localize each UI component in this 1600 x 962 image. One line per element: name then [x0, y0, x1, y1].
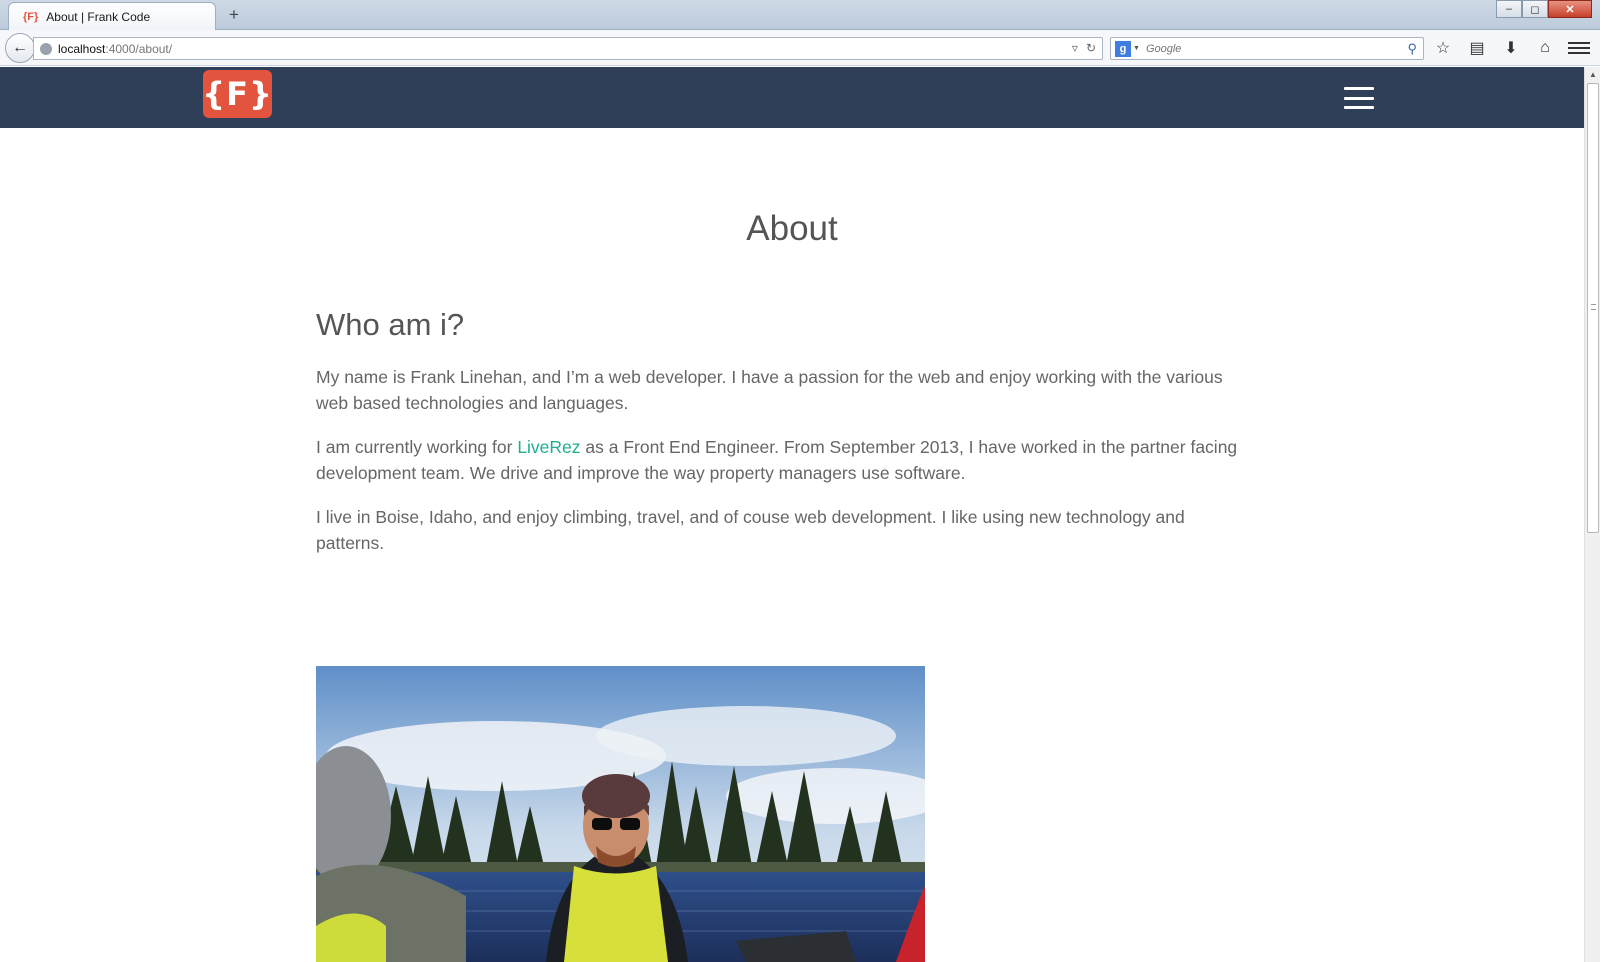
- back-button[interactable]: ←: [5, 33, 35, 63]
- site-header: {F}: [0, 67, 1584, 128]
- url-host: localhost: [58, 41, 106, 56]
- about-content: Who am i? My name is Frank Linehan, and …: [316, 307, 1251, 574]
- bookmarks-list-icon[interactable]: ▤: [1466, 36, 1488, 60]
- address-bar-actions: ▿ ↻: [1072, 41, 1096, 55]
- liverez-link[interactable]: LiveRez: [517, 437, 580, 457]
- tab-favicon-icon: {F}: [23, 10, 39, 23]
- reload-icon[interactable]: ↻: [1086, 41, 1096, 55]
- new-tab-button[interactable]: +: [224, 5, 244, 25]
- address-bar[interactable]: localhost:4000/about/ ▿ ↻: [33, 37, 1103, 60]
- close-icon[interactable]: ✕: [1548, 0, 1592, 18]
- home-icon[interactable]: ⌂: [1534, 36, 1556, 60]
- section-title: Who am i?: [316, 307, 465, 342]
- page-viewport: {F} About Who am i? My name is Frank Lin…: [0, 67, 1584, 962]
- browser-tab-strip: {F} About | Frank Code + – ◻ ✕: [0, 0, 1600, 30]
- globe-icon: [40, 42, 52, 55]
- browser-menu-icon[interactable]: [1568, 36, 1590, 60]
- page-title: About: [746, 209, 838, 248]
- history-dropdown-icon[interactable]: ▿: [1072, 41, 1078, 55]
- search-icon[interactable]: ⚲: [1407, 41, 1417, 57]
- bookmark-star-icon[interactable]: ☆: [1432, 36, 1454, 60]
- profile-photo: [316, 666, 925, 962]
- scroll-up-icon[interactable]: ▲: [1585, 67, 1600, 81]
- engine-dropdown-icon[interactable]: ▼: [1133, 45, 1140, 52]
- search-bar[interactable]: g ▼ ⚲: [1110, 37, 1424, 60]
- hobbies-paragraph: I live in Boise, Idaho, and enjoy climbi…: [316, 507, 1185, 553]
- scroll-thumb[interactable]: [1587, 83, 1599, 533]
- toolbar-icons: ☆ ▤ ⬇ ⌂: [1432, 36, 1556, 60]
- url-path: :4000/about/: [105, 41, 173, 56]
- hamburger-menu-icon[interactable]: [1344, 87, 1374, 109]
- intro-paragraph: My name is Frank Linehan, and I’m a web …: [316, 367, 1223, 413]
- tab-title: About | Frank Code: [46, 9, 151, 24]
- site-logo[interactable]: {F}: [202, 70, 272, 118]
- browser-tab[interactable]: {F} About | Frank Code: [8, 2, 216, 30]
- window-controls: – ◻ ✕: [1496, 0, 1592, 18]
- work-text-start: I am currently working for: [316, 437, 518, 457]
- page-scrollbar[interactable]: ▲: [1584, 67, 1600, 962]
- search-input[interactable]: [1145, 42, 1396, 55]
- work-paragraph: I am currently working for LiveRez as a …: [316, 434, 1251, 486]
- downloads-icon[interactable]: ⬇: [1500, 36, 1522, 60]
- restore-icon[interactable]: ◻: [1522, 0, 1548, 18]
- browser-navigation-bar: ← localhost:4000/about/ ▿ ↻ g ▼ ⚲ ☆ ▤ ⬇ …: [0, 30, 1600, 66]
- google-icon[interactable]: g: [1115, 40, 1131, 57]
- minimize-icon[interactable]: –: [1496, 0, 1522, 18]
